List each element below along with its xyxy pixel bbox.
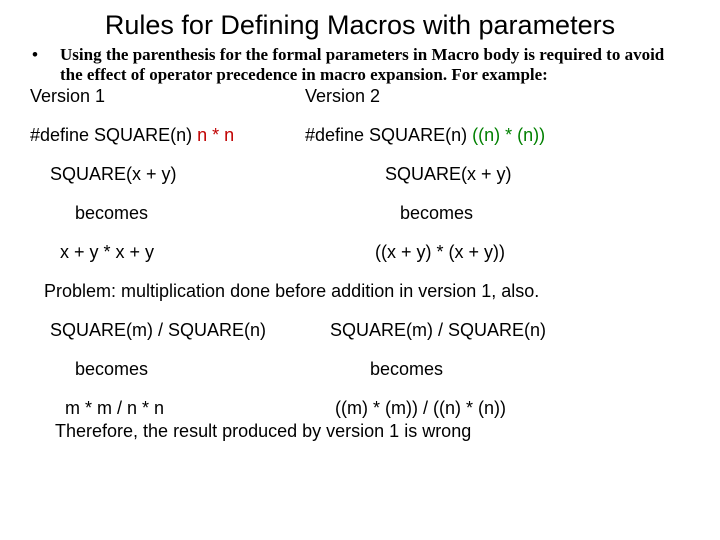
define-v2-body: ((n) * (n)) [472, 125, 545, 145]
becomes1-row: becomes becomes [30, 203, 690, 224]
expansion2-v1: m * m / n * n [30, 398, 335, 419]
call1-v2: SQUARE(x + y) [385, 164, 690, 185]
define-v1-prefix: #define SQUARE(n) [30, 125, 197, 145]
define-v2: #define SQUARE(n) ((n) * (n)) [305, 125, 690, 146]
bullet-text: Using the parenthesis for the formal par… [60, 45, 690, 84]
problem-text: Problem: multiplication done before addi… [30, 281, 690, 302]
expansion1-row: x + y * x + y ((x + y) * (x + y)) [30, 242, 690, 263]
becomes2-v2: becomes [370, 359, 690, 380]
becomes2-row: becomes becomes [30, 359, 690, 380]
expansion1-v1: x + y * x + y [30, 242, 375, 263]
call2-row: SQUARE(m) / SQUARE(n) SQUARE(m) / SQUARE… [30, 320, 690, 341]
slide: Rules for Defining Macros with parameter… [0, 0, 720, 452]
therefore-text: Therefore, the result produced by versio… [30, 421, 690, 442]
bullet-dot: • [30, 45, 60, 65]
expansion2-row: m * m / n * n ((m) * (m)) / ((n) * (n)) [30, 398, 690, 419]
define-v2-prefix: #define SQUARE(n) [305, 125, 472, 145]
call1-row: SQUARE(x + y) SQUARE(x + y) [30, 164, 690, 185]
bullet-item: • Using the parenthesis for the formal p… [30, 45, 690, 84]
call2-v1: SQUARE(m) / SQUARE(n) [30, 320, 330, 341]
becomes1-v1: becomes [30, 203, 400, 224]
define-row: #define SQUARE(n) n * n #define SQUARE(n… [30, 125, 690, 146]
expansion2-v2: ((m) * (m)) / ((n) * (n)) [335, 398, 690, 419]
becomes1-v2: becomes [400, 203, 690, 224]
call2-v2: SQUARE(m) / SQUARE(n) [330, 320, 690, 341]
define-v1: #define SQUARE(n) n * n [30, 125, 305, 146]
call1-v1: SQUARE(x + y) [30, 164, 385, 185]
expansion1-v2: ((x + y) * (x + y)) [375, 242, 690, 263]
version2-label: Version 2 [305, 86, 690, 107]
version1-label: Version 1 [30, 86, 305, 107]
version-labels: Version 1 Version 2 [30, 86, 690, 107]
define-v1-body: n * n [197, 125, 234, 145]
slide-title: Rules for Defining Macros with parameter… [30, 10, 690, 41]
becomes2-v1: becomes [30, 359, 370, 380]
